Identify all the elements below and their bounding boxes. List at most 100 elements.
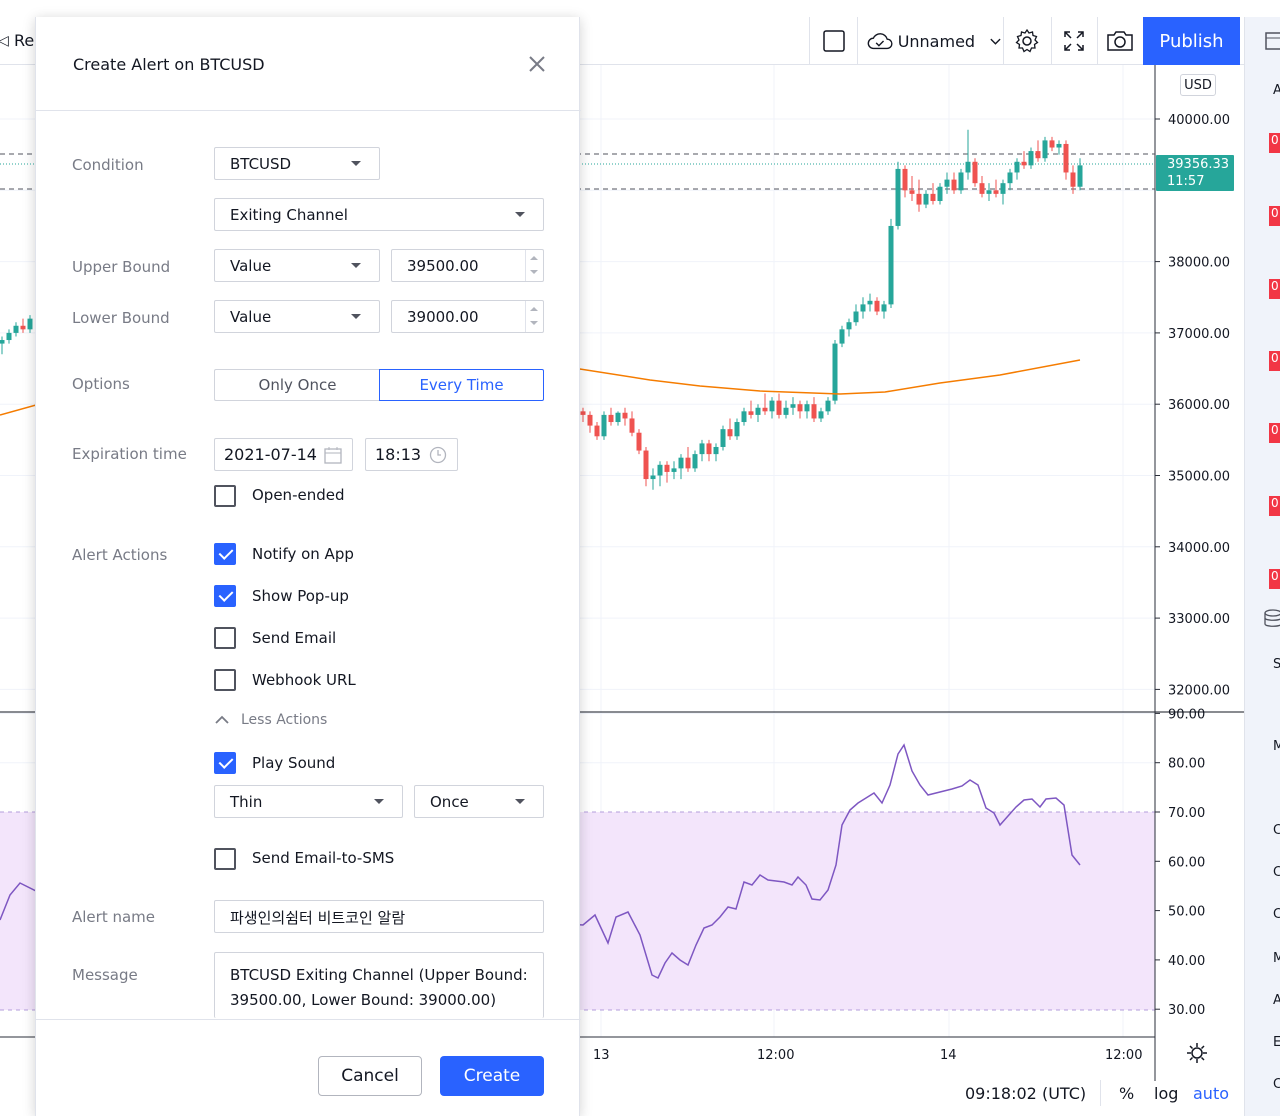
log-scale-toggle[interactable]: log (1154, 1084, 1178, 1103)
candle-body (916, 193, 922, 205)
webhook-checkbox[interactable] (214, 669, 236, 691)
alert-name-input[interactable]: 파생인의쉼터 비트코인 알람 (214, 900, 544, 933)
dialog-title: Create Alert on BTCUSD (73, 55, 265, 74)
send-email-label[interactable]: Send Email (252, 629, 336, 647)
upper-bound-mode-value: Value (230, 256, 272, 275)
message-textarea[interactable]: BTCUSD Exiting Channel (Upper Bound: 395… (214, 952, 544, 1018)
time-tick-label: 12:00 (1105, 1048, 1142, 1063)
sidebar-letter[interactable]: S (1273, 657, 1280, 672)
step-down-icon[interactable] (530, 270, 538, 274)
last-price-value: 39356.33 (1167, 157, 1230, 172)
sound-repeat-select[interactable]: Once (414, 785, 544, 818)
candle-body (20, 325, 26, 330)
message-label: Message (72, 966, 138, 984)
calendar-icon[interactable] (1265, 29, 1280, 51)
sidebar-badge[interactable]: 0 (1269, 496, 1280, 516)
sound-name-select[interactable]: Thin (214, 785, 403, 818)
candle-body (909, 190, 915, 194)
candle-body (622, 412, 628, 419)
clock-icon[interactable] (429, 446, 447, 464)
candle-body (650, 475, 656, 480)
notify-app-checkbox[interactable] (214, 543, 236, 565)
candle-body (615, 412, 621, 423)
play-sound-checkbox[interactable] (214, 752, 236, 774)
lower-bound-input[interactable]: 39000.00 (391, 300, 544, 333)
price-tick-label: 38000.00 (1168, 256, 1230, 271)
utc-clock[interactable]: 09:18:02 (UTC) (965, 1084, 1086, 1103)
email-sms-checkbox[interactable] (214, 848, 236, 870)
snapshot-button[interactable] (1098, 17, 1142, 65)
candle-body (923, 193, 929, 205)
chart-settings-gear-icon[interactable] (1186, 1042, 1208, 1064)
open-ended-label[interactable]: Open-ended (252, 486, 344, 504)
caret-down-icon (351, 161, 361, 166)
sidebar-letter[interactable]: C (1273, 865, 1280, 880)
create-button[interactable]: Create (440, 1056, 544, 1096)
sidebar-letter[interactable]: A (1273, 993, 1280, 1008)
sidebar-letter[interactable]: E (1273, 1035, 1280, 1050)
sidebar-badge[interactable]: 0 (1269, 133, 1280, 153)
candle-body (643, 450, 649, 480)
sidebar-badge[interactable]: 0 (1269, 351, 1280, 371)
calendar-icon[interactable] (324, 446, 342, 464)
option-every-time[interactable]: Every Time (379, 369, 544, 401)
sidebar-letter[interactable]: C (1273, 823, 1280, 838)
sidebar-badge[interactable]: 0 (1269, 279, 1280, 299)
lower-bound-mode-select[interactable]: Value (214, 300, 380, 333)
sidebar-letter[interactable]: M (1273, 951, 1280, 966)
auto-scale-toggle[interactable]: auto (1193, 1084, 1229, 1103)
notify-app-label[interactable]: Notify on App (252, 545, 354, 563)
candle-body (692, 454, 698, 469)
upper-bound-stepper[interactable] (525, 250, 543, 281)
show-popup-label[interactable]: Show Pop-up (252, 587, 349, 605)
webhook-label[interactable]: Webhook URL (252, 671, 356, 689)
upper-bound-input[interactable]: 39500.00 (391, 249, 544, 282)
open-ended-checkbox[interactable] (214, 485, 236, 507)
fullscreen-button[interactable] (1052, 17, 1096, 65)
candle-body (874, 300, 880, 312)
sidebar-letter[interactable]: A (1273, 83, 1280, 98)
chevron-up-icon[interactable] (214, 714, 230, 726)
trading-app: 40000.00 38000.00 37000.00 36000.00 35000.00… (0, 0, 1280, 1116)
layout-menu-button[interactable]: Unnamed (862, 17, 1002, 65)
step-down-icon[interactable] (530, 321, 538, 325)
currency-badge[interactable]: USD (1180, 74, 1216, 96)
expiration-date-input[interactable]: 2021-07-14 (214, 438, 353, 471)
candle-body (636, 432, 642, 451)
candle-body (958, 172, 964, 191)
option-only-once[interactable]: Only Once (214, 369, 380, 401)
rsi-tick-label: 80.00 (1168, 757, 1205, 772)
settings-button[interactable] (1004, 17, 1050, 65)
expiration-time-input[interactable]: 18:13 (365, 438, 458, 471)
sidebar-letter[interactable]: M (1273, 739, 1280, 754)
condition-type-select[interactable]: Exiting Channel (214, 198, 544, 231)
upper-bound-mode-select[interactable]: Value (214, 249, 380, 282)
sidebar-badge[interactable]: 0 (1269, 206, 1280, 226)
select-rectangle-button[interactable] (812, 17, 856, 65)
close-icon[interactable] (526, 53, 548, 75)
cancel-button[interactable]: Cancel (318, 1056, 422, 1096)
condition-symbol-select[interactable]: BTCUSD (214, 147, 380, 180)
sidebar-letter[interactable]: C (1273, 907, 1280, 922)
candle-body (1021, 161, 1027, 166)
sidebar-badge[interactable]: 0 (1269, 569, 1280, 589)
show-popup-checkbox[interactable] (214, 585, 236, 607)
candle-body (944, 179, 950, 187)
coins-icon[interactable] (1263, 609, 1280, 629)
cloud-icon (867, 33, 893, 50)
fullscreen-icon (1064, 31, 1084, 51)
candle-body (769, 400, 775, 412)
candle-body (1077, 165, 1083, 187)
less-actions-link[interactable]: Less Actions (241, 712, 327, 728)
sidebar-badge[interactable]: 0 (1269, 423, 1280, 443)
step-up-icon[interactable] (530, 307, 538, 311)
email-sms-label[interactable]: Send Email-to-SMS (252, 849, 394, 867)
publish-button[interactable]: Publish (1143, 17, 1240, 65)
lower-bound-stepper[interactable] (525, 301, 543, 332)
play-sound-label[interactable]: Play Sound (252, 754, 335, 772)
replay-icon[interactable]: ◁ (0, 33, 9, 49)
step-up-icon[interactable] (530, 256, 538, 260)
send-email-checkbox[interactable] (214, 627, 236, 649)
percent-scale-toggle[interactable]: % (1119, 1084, 1134, 1103)
sidebar-letter[interactable]: C (1273, 1077, 1280, 1092)
